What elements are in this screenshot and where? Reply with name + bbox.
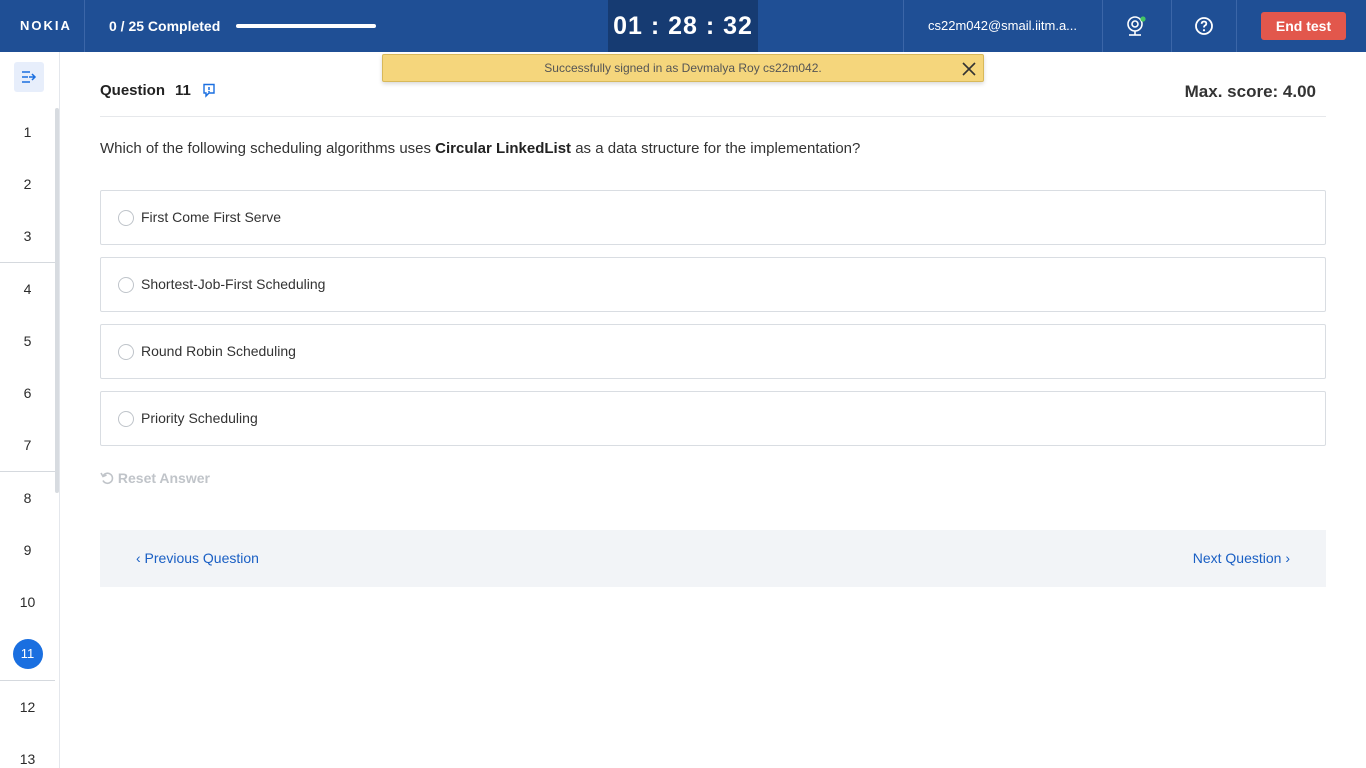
question-nav-item-7[interactable]: 7 [0,437,55,453]
question-nav-item-1[interactable]: 1 [0,124,55,140]
answer-option-label: Round Robin Scheduling [141,343,296,359]
answer-option[interactable]: Shortest-Job-First Scheduling [100,257,1326,312]
answer-option-label: Priority Scheduling [141,410,258,426]
next-question-button[interactable]: Next Question › [1193,550,1290,566]
report-flag-icon[interactable] [202,83,216,98]
question-nav-number: 11 [12,639,43,669]
close-icon[interactable] [961,61,977,77]
radio-button[interactable] [118,411,134,427]
brand-logo: NOKIA [20,18,72,33]
question-nav-number: 2 [23,176,32,192]
answer-option[interactable]: Round Robin Scheduling [100,324,1326,379]
question-nav-item-4[interactable]: 4 [0,281,55,297]
question-nav-item-12[interactable]: 12 [0,699,55,715]
question-text-part: Which of the following scheduling algori… [100,140,436,157]
question-nav-item-5[interactable]: 5 [0,333,55,349]
question-nav-item-6[interactable]: 6 [0,385,55,401]
progress-text: 0 / 25 Completed [109,18,221,34]
countdown-timer: 01 : 28 : 32 [608,0,758,52]
divider [84,0,85,52]
question-text-part: as a data structure for the implementati… [571,140,861,157]
question-text-bold: Circular LinkedList [435,140,572,157]
divider [1236,0,1237,52]
question-nav-number: 13 [19,751,36,767]
question-nav-number: 8 [23,490,32,506]
divider [100,116,1326,117]
radio-button[interactable] [118,344,134,360]
answer-option-label: First Come First Serve [141,209,282,225]
question-label: Question [100,82,166,99]
top-bar: NOKIA 0 / 25 Completed 01 : 28 : 32 cs22… [0,0,1366,52]
question-nav-item-10[interactable]: 10 [0,594,55,610]
question-sidebar: 1 2 3 4 5 6 7 8 9 10 11 12 13 [0,52,60,768]
divider [0,680,55,681]
question-navigation: ‹ Previous Question Next Question › [100,530,1326,587]
radio-button[interactable] [118,210,134,226]
answer-option[interactable]: Priority Scheduling [100,391,1326,446]
end-test-button[interactable]: End test [1261,12,1346,40]
question-nav-item-3[interactable]: 3 [0,228,55,244]
question-nav-item-9[interactable]: 9 [0,542,55,558]
divider [0,262,55,263]
question-nav-number: 7 [23,437,32,453]
signin-toast: Successfully signed in as Devmalya Roy c… [382,54,984,82]
answer-option[interactable]: First Come First Serve [100,190,1326,245]
toast-message: Successfully signed in as Devmalya Roy c… [544,61,822,75]
divider [0,471,55,472]
question-nav-item-11[interactable]: 11 [0,639,55,669]
radio-button[interactable] [118,277,134,293]
question-nav-item-8[interactable]: 8 [0,490,55,506]
question-nav-number: 12 [19,699,36,715]
reset-answer-button[interactable]: Reset Answer [100,470,210,486]
question-nav-number: 4 [23,281,32,297]
divider [1102,0,1103,52]
question-nav-item-2[interactable]: 2 [0,176,55,192]
max-score: Max. score: 4.00 [1184,82,1316,101]
reset-answer-label: Reset Answer [117,470,210,486]
question-nav-number: 5 [23,333,32,349]
divider [903,0,904,52]
help-icon[interactable] [1194,16,1214,36]
answer-option-label: Shortest-Job-First Scheduling [141,276,326,292]
undo-icon [100,472,114,485]
question-nav-number: 1 [23,124,32,140]
question-text: Which of the following scheduling algori… [100,140,860,157]
question-title: Question 11 [100,82,191,99]
question-nav-number: 9 [23,542,32,558]
question-number: 11 [175,82,191,99]
question-nav-item-13[interactable]: 13 [0,751,55,767]
question-nav-number: 6 [23,385,32,401]
divider [1171,0,1172,52]
user-email[interactable]: cs22m042@smail.iitm.a... [928,18,1078,33]
webcam-icon[interactable] [1124,14,1148,38]
question-nav-number: 3 [23,228,32,244]
previous-question-button[interactable]: ‹ Previous Question [136,550,259,566]
progress-bar [236,24,376,28]
sidebar-scrollbar[interactable] [55,108,59,493]
question-nav-number: 10 [19,594,36,610]
expand-panel-icon [22,71,37,83]
sidebar-toggle-button[interactable] [14,62,44,92]
